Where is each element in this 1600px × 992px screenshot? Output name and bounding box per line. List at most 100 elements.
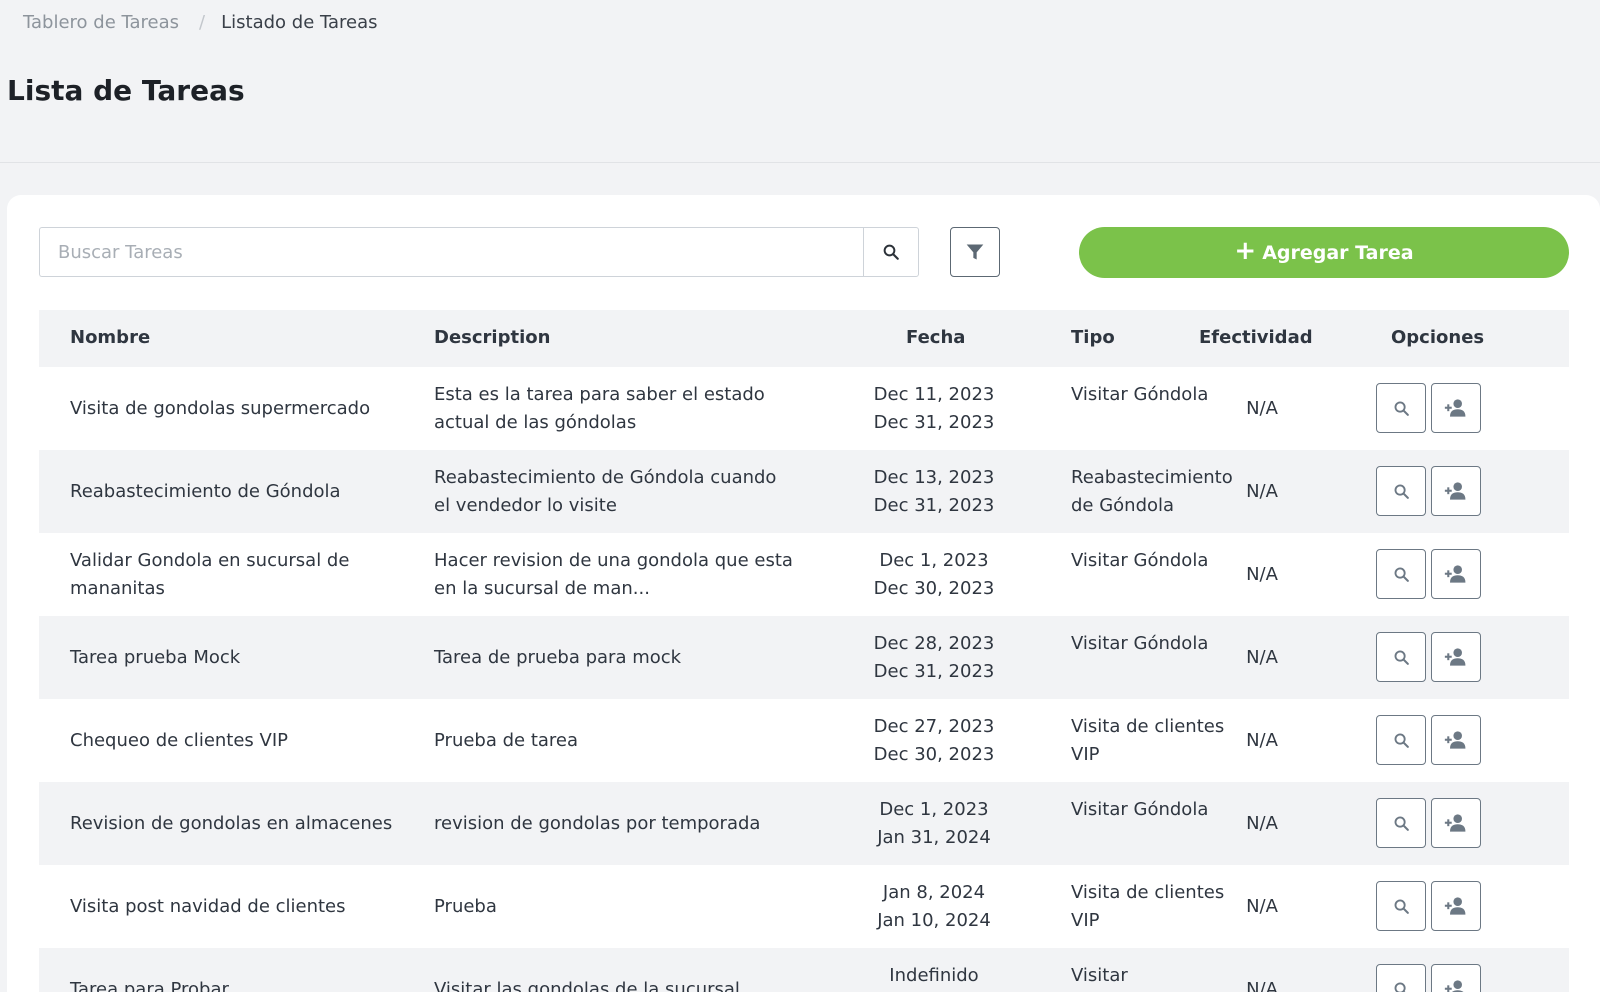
cell-efectividad: N/A [1246, 398, 1278, 419]
cell-efectividad: N/A [1246, 896, 1278, 917]
cell-nombre: Tarea prueba Mock [70, 647, 241, 668]
add-user-icon [1444, 399, 1466, 417]
header-description[interactable]: Description [434, 327, 550, 348]
search-icon [1394, 982, 1406, 992]
assign-user-button[interactable] [1431, 798, 1481, 848]
assign-user-button[interactable] [1431, 964, 1481, 992]
cell-tipo: Visita de clientes VIP [1071, 882, 1225, 931]
table-row[interactable]: Tarea para Probar Visitar las gondolas de… [39, 948, 1569, 992]
fecha-inicio: Dec 11, 2023 [873, 384, 995, 405]
search-button[interactable] [863, 227, 919, 277]
cell-description: revision de gondolas por temporada [434, 813, 761, 834]
search-group [39, 227, 919, 277]
cell-description: Reabastecimiento de Góndola cuando el ve… [434, 467, 777, 516]
cell-tipo: Visitar Góndola [1071, 550, 1209, 571]
filter-icon [966, 244, 984, 260]
table-row[interactable]: Validar Gondola en sucursal de mananitas… [39, 533, 1569, 616]
page-title: Lista de Tareas [7, 74, 245, 107]
cell-efectividad: N/A [1246, 730, 1278, 751]
header-efectividad[interactable]: Efectividad [1199, 327, 1313, 348]
cell-tipo: Visitar Góndola [1071, 799, 1209, 820]
cell-description: Prueba [434, 896, 497, 917]
assign-user-button[interactable] [1431, 881, 1481, 931]
search-input[interactable] [39, 227, 863, 277]
fecha-fin: Dec 31, 2023 [873, 661, 995, 682]
view-task-button[interactable] [1376, 798, 1426, 848]
header-nombre[interactable]: Nombre [70, 327, 150, 348]
cell-fecha: Dec 1, 2023 Dec 30, 2023 [859, 547, 1009, 603]
cell-tipo: Visitar [1071, 965, 1128, 986]
view-task-button[interactable] [1376, 715, 1426, 765]
table-row[interactable]: Visita post navidad de clientes Prueba Jan… [39, 865, 1569, 948]
cell-description: Hacer revision de una gondola que esta e… [434, 550, 793, 599]
header-divider [0, 162, 1600, 163]
add-user-icon [1444, 648, 1466, 666]
cell-nombre: Tarea para Probar [70, 979, 229, 992]
search-icon [1394, 733, 1409, 748]
fecha-fin: Jan 10, 2024 [877, 910, 991, 931]
fecha-inicio: Dec 28, 2023 [873, 633, 995, 654]
view-task-button[interactable] [1376, 549, 1426, 599]
add-task-label: Agregar Tarea [1262, 241, 1414, 264]
cell-description: Tarea de prueba para mock [434, 647, 682, 668]
cell-nombre: Reabastecimiento de Góndola [70, 481, 341, 502]
fecha-inicio: Jan 8, 2024 [882, 882, 986, 903]
cell-nombre: Visita post navidad de clientes [70, 896, 346, 917]
assign-user-button[interactable] [1431, 383, 1481, 433]
cell-tipo: Visitar Góndola [1071, 633, 1209, 654]
view-task-button[interactable] [1376, 383, 1426, 433]
assign-user-button[interactable] [1431, 715, 1481, 765]
search-icon [1394, 650, 1409, 665]
cell-efectividad: N/A [1246, 481, 1278, 502]
add-user-icon [1444, 897, 1466, 915]
plus-icon: + [1234, 236, 1257, 266]
table-row[interactable]: Chequeo de clientes VIP Prueba de tarea De… [39, 699, 1569, 782]
table-row[interactable]: Visita de gondolas supermercado Esta es l… [39, 367, 1569, 450]
table-row[interactable]: Tarea prueba Mock Tarea de prueba para mo… [39, 616, 1569, 699]
view-task-button[interactable] [1376, 964, 1426, 992]
fecha-fin: Jan 31, 2024 [877, 827, 991, 848]
search-icon [1394, 816, 1409, 831]
add-user-icon [1444, 980, 1464, 992]
filter-button[interactable] [950, 227, 1000, 277]
view-task-button[interactable] [1376, 881, 1426, 931]
fecha-inicio: Dec 1, 2023 [879, 550, 989, 571]
search-icon [1394, 899, 1409, 914]
add-user-icon [1444, 482, 1466, 500]
table-header: Nombre Description Fecha Tipo Efectivida… [39, 310, 1569, 367]
search-icon [1394, 484, 1409, 499]
cell-nombre: Visita de gondolas supermercado [70, 398, 371, 419]
header-fecha[interactable]: Fecha [906, 327, 965, 348]
cell-description: Visitar las gondolas de la sucursal [434, 979, 740, 992]
breadcrumb: Tablero de Tareas / Listado de Tareas [23, 12, 378, 33]
fecha-fin: Dec 31, 2023 [873, 495, 995, 516]
cell-fecha: Indefinido [859, 962, 1009, 990]
cell-nombre: Chequeo de clientes VIP [70, 730, 289, 751]
assign-user-button[interactable] [1431, 632, 1481, 682]
assign-user-button[interactable] [1431, 549, 1481, 599]
fecha-inicio: Dec 1, 2023 [879, 799, 989, 820]
cell-nombre: Revision de gondolas en almacenes [70, 813, 393, 834]
assign-user-button[interactable] [1431, 466, 1481, 516]
breadcrumb-item-tablero[interactable]: Tablero de Tareas [23, 12, 179, 33]
add-task-button[interactable]: + Agregar Tarea [1079, 227, 1569, 278]
cell-efectividad: N/A [1246, 564, 1278, 585]
cell-fecha: Dec 27, 2023 Dec 30, 2023 [859, 713, 1009, 769]
view-task-button[interactable] [1376, 466, 1426, 516]
header-opciones: Opciones [1391, 327, 1485, 348]
cell-description: Prueba de tarea [434, 730, 579, 751]
fecha-fin: Dec 30, 2023 [873, 578, 995, 599]
header-tipo[interactable]: Tipo [1071, 327, 1115, 348]
table-row[interactable]: Revision de gondolas en almacenes revisio… [39, 782, 1569, 865]
cell-fecha: Dec 1, 2023 Jan 31, 2024 [859, 796, 1009, 852]
view-task-button[interactable] [1376, 632, 1426, 682]
table-row[interactable]: Reabastecimiento de Góndola Reabastecimie… [39, 450, 1569, 533]
cell-efectividad: N/A [1246, 647, 1278, 668]
fecha-fin: Dec 31, 2023 [873, 412, 995, 433]
cell-efectividad: N/A [1246, 979, 1278, 992]
tasks-table: Nombre Description Fecha Tipo Efectivida… [39, 310, 1569, 992]
search-icon [883, 244, 899, 260]
cell-fecha: Dec 13, 2023 Dec 31, 2023 [859, 464, 1009, 520]
fecha-inicio: Dec 13, 2023 [873, 467, 995, 488]
cell-fecha: Jan 8, 2024 Jan 10, 2024 [859, 879, 1009, 935]
